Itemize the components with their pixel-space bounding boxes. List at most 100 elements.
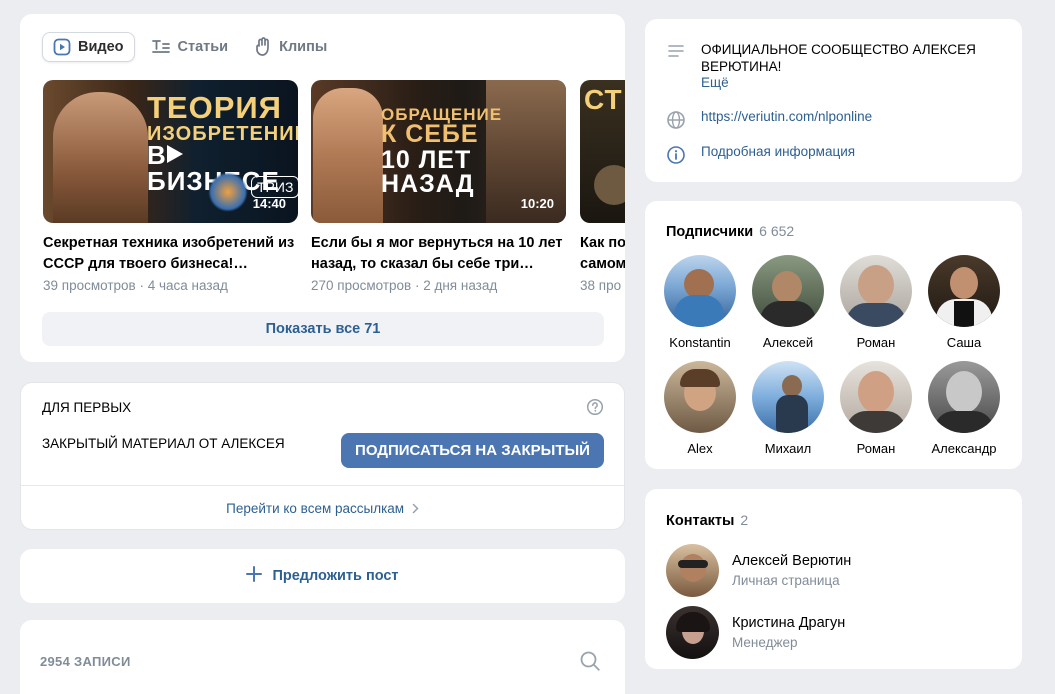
video-meta: 38 про [580, 278, 622, 293]
subscriber-item[interactable]: Михаил [744, 361, 832, 456]
avatar [664, 255, 736, 327]
subscriber-item[interactable]: Саша [920, 255, 1008, 350]
all-newsletters-label: Перейти ко всем рассылкам [226, 501, 405, 516]
video-duration: 14:40 [252, 196, 286, 211]
video-item[interactable]: ТЕОРИЯ ИЗОБРЕТЕНИЙ В БИЗНЕСЕ ТРИЗ 14:40 … [43, 80, 298, 293]
contact-item[interactable]: Алексей Верютин Личная страница [666, 544, 851, 597]
contact-item[interactable]: Кристина Драгун Менеджер [666, 606, 845, 659]
video-item[interactable]: СТ Как по самом… 38 про [580, 80, 625, 293]
subscriber-name: Михаил [764, 441, 812, 456]
avatar [752, 255, 824, 327]
video-meta: 39 просмотров · 4 часа назад [43, 278, 228, 293]
details-link[interactable]: Подробная информация [701, 142, 855, 159]
video-thumbnail[interactable]: СТ [580, 80, 625, 223]
subscriber-name: Роман [856, 335, 896, 350]
tab-articles[interactable]: Статьи [141, 32, 239, 62]
articles-icon [151, 38, 171, 56]
info-icon [665, 142, 687, 165]
subscriber-name: Konstantin [669, 335, 731, 350]
subscriber-name: Алексей [762, 335, 814, 350]
thumb-text: ТЕОРИЯ [147, 90, 282, 125]
subscriber-name: Роман [856, 441, 896, 456]
clips-icon [254, 37, 272, 57]
contact-name: Кристина Драгун [732, 615, 846, 631]
triz-badge: ТРИЗ [251, 176, 298, 198]
subscribers-count: 6 652 [759, 223, 795, 239]
tab-clips[interactable]: Клипы [244, 32, 337, 62]
all-newsletters-link[interactable]: Перейти ко всем рассылкам [21, 501, 624, 517]
video-icon [53, 38, 71, 56]
community-info-block: ОФИЦИАЛЬНОЕ СООБЩЕСТВО АЛЕКСЕЯ ВЕРЮТИНА!… [645, 19, 1022, 182]
block-title: ДЛЯ ПЕРВЫХ [42, 400, 132, 415]
thumb-text: К СЕБЕ [381, 120, 479, 148]
closed-material-text: ЗАКРЫТЫЙ МАТЕРИАЛ ОТ АЛЕКСЕЯ [42, 436, 285, 451]
subscriber-item[interactable]: Роман [832, 255, 920, 350]
thumbnail-person [313, 88, 383, 223]
thumbnail-object [594, 165, 625, 205]
play-icon[interactable] [161, 142, 185, 169]
video-duration: 10:20 [520, 196, 554, 211]
contact-name: Алексей Верютин [732, 553, 852, 569]
subscriber-item[interactable]: Алексей [744, 255, 832, 350]
subscribe-closed-button[interactable]: ПОДПИСАТЬСЯ НА ЗАКРЫТЫЙ [341, 433, 604, 468]
avatar [752, 361, 824, 433]
video-title[interactable]: Как по самом… [580, 233, 625, 275]
contacts-header[interactable]: Контакты 2 [666, 512, 748, 529]
subscribers-block: Подписчики 6 652 Konstantin Алексей Роман… [645, 201, 1022, 469]
details-row: Подробная информация [665, 142, 855, 165]
show-all-videos-button[interactable]: Показать все 71 [42, 312, 604, 346]
video-block: Видео Статьи Клипы ТЕОРИЯ ИЗОБРЕТЕНИЙ В … [20, 14, 625, 362]
website-link[interactable]: https://veriutin.com/nlponline [701, 107, 872, 124]
contact-role: Менеджер [732, 635, 798, 650]
help-icon[interactable] [586, 398, 604, 419]
subscribers-title: Подписчики [666, 224, 754, 240]
contact-role: Личная страница [732, 573, 840, 588]
show-more-link[interactable]: Ещё [701, 75, 1001, 90]
description-row: ОФИЦИАЛЬНОЕ СООБЩЕСТВО АЛЕКСЕЯ ВЕРЮТИНА!… [665, 41, 1001, 90]
tab-video[interactable]: Видео [42, 32, 135, 62]
contacts-title: Контакты [666, 513, 735, 529]
subscriber-item[interactable]: Konstantin [656, 255, 744, 350]
thumb-text: ИЗОБРЕТЕНИЙ [147, 123, 298, 145]
tab-clips-label: Клипы [279, 39, 328, 55]
thumb-text: НАЗАД [381, 170, 475, 198]
search-icon[interactable] [579, 650, 601, 675]
plus-icon [246, 566, 263, 586]
subscribers-header[interactable]: Подписчики 6 652 [666, 223, 794, 240]
video-thumbnail[interactable]: ОБРАЩЕНИЕ К СЕБЕ 10 ЛЕТ НАЗАД 10:20 [311, 80, 566, 223]
thumbnail-person [53, 92, 148, 223]
subscriber-item[interactable]: Роман [832, 361, 920, 456]
divider [21, 485, 624, 486]
video-thumbnail[interactable]: ТЕОРИЯ ИЗОБРЕТЕНИЙ В БИЗНЕСЕ ТРИЗ 14:40 [43, 80, 298, 223]
website-row: https://veriutin.com/nlponline [665, 107, 872, 130]
avatar [666, 606, 719, 659]
tab-video-label: Видео [78, 39, 124, 55]
community-description: ОФИЦИАЛЬНОЕ СООБЩЕСТВО АЛЕКСЕЯ ВЕРЮТИНА! [701, 42, 976, 74]
globe-icon [665, 107, 687, 130]
video-carousel: ТЕОРИЯ ИЗОБРЕТЕНИЙ В БИЗНЕСЕ ТРИЗ 14:40 … [43, 80, 625, 300]
first-access-block: ДЛЯ ПЕРВЫХ ЗАКРЫТЫЙ МАТЕРИАЛ ОТ АЛЕКСЕЯ … [20, 382, 625, 530]
video-title[interactable]: Секретная техника изобретений из СССР дл… [43, 233, 298, 275]
posts-block: 2954 ЗАПИСИ [20, 620, 625, 694]
contacts-count: 2 [740, 512, 749, 528]
video-title[interactable]: Если бы я мог вернуться на 10 лет назад,… [311, 233, 566, 275]
tab-articles-label: Статьи [177, 39, 229, 55]
subscriber-item[interactable]: Александр [920, 361, 1008, 456]
contacts-block: Контакты 2 Алексей Верютин Личная страниц… [645, 489, 1022, 669]
suggest-post-button[interactable]: Предложить пост [20, 549, 625, 603]
video-tabs: Видео Статьи Клипы [42, 32, 343, 62]
thumb-text: СТ [584, 84, 623, 115]
subscriber-name: Саша [946, 335, 982, 350]
posts-count: 2954 ЗАПИСИ [40, 654, 131, 669]
suggest-post-block: Предложить пост [20, 549, 625, 603]
description-icon [665, 41, 687, 58]
atom-graphic [208, 172, 248, 212]
subscriber-item[interactable]: Alex [656, 361, 744, 456]
suggest-post-label: Предложить пост [272, 568, 399, 584]
video-item[interactable]: ОБРАЩЕНИЕ К СЕБЕ 10 ЛЕТ НАЗАД 10:20 Если… [311, 80, 566, 293]
avatar [664, 361, 736, 433]
video-meta: 270 просмотров · 2 дня назад [311, 278, 498, 293]
subscriber-name: Alex [687, 441, 713, 456]
avatar [840, 255, 912, 327]
avatar [840, 361, 912, 433]
